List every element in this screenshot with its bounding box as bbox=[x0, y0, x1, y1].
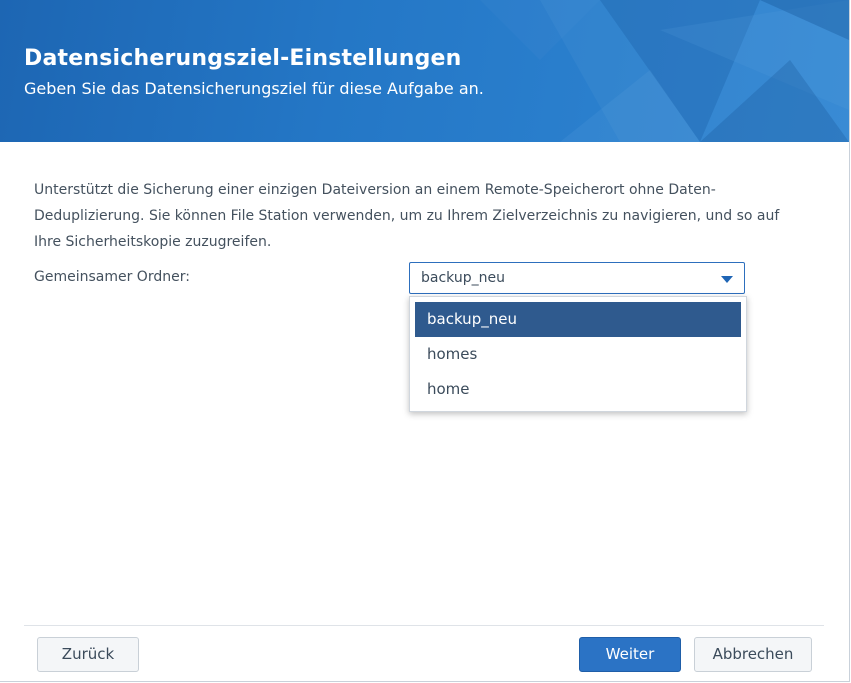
page-title: Datensicherungsziel-Einstellungen bbox=[24, 46, 462, 71]
shared-folder-label: Gemeinsamer Ordner: bbox=[34, 269, 190, 285]
chevron-down-icon[interactable] bbox=[721, 276, 733, 283]
next-button[interactable]: Weiter bbox=[579, 637, 681, 672]
header-background-graphic bbox=[480, 0, 849, 142]
shared-folder-select[interactable]: backup_neu bbox=[409, 262, 745, 294]
description-text: Unterstützt die Sicherung einer einzigen… bbox=[34, 182, 780, 250]
back-button[interactable]: Zurück bbox=[37, 637, 139, 672]
page-subtitle: Geben Sie das Datensicherungsziel für di… bbox=[24, 79, 484, 98]
dropdown-option-home[interactable]: home bbox=[415, 372, 741, 407]
wizard-dialog: Datensicherungsziel-Einstellungen Geben … bbox=[0, 0, 850, 682]
shared-folder-dropdown: backup_neu homes home bbox=[409, 296, 747, 412]
footer-divider bbox=[24, 625, 824, 626]
dropdown-option-homes[interactable]: homes bbox=[415, 337, 741, 372]
wizard-header: Datensicherungsziel-Einstellungen Geben … bbox=[0, 0, 849, 142]
dropdown-option-backup-neu[interactable]: backup_neu bbox=[415, 302, 741, 337]
cancel-button[interactable]: Abbrechen bbox=[694, 637, 812, 672]
shared-folder-select-value: backup_neu bbox=[421, 270, 505, 286]
